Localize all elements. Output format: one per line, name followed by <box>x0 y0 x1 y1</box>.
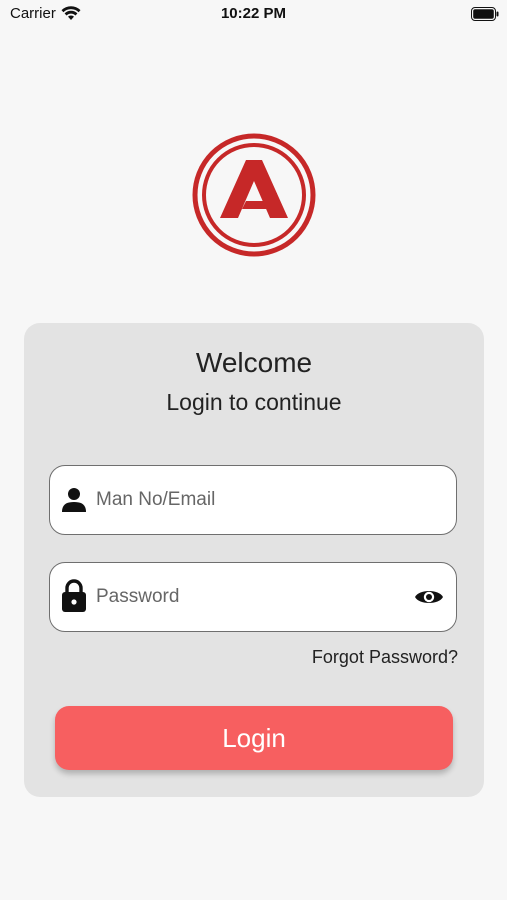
eye-icon[interactable] <box>414 587 444 607</box>
battery-icon <box>471 7 499 21</box>
login-card: Welcome Login to continue Forgot Passwor… <box>24 323 484 797</box>
status-bar: Carrier 10:22 PM <box>0 0 507 28</box>
forgot-password-link[interactable]: Forgot Password? <box>312 647 458 668</box>
username-input[interactable] <box>96 466 396 533</box>
user-icon <box>62 488 86 512</box>
lock-icon <box>62 579 86 612</box>
username-field[interactable] <box>49 465 457 535</box>
clock: 10:22 PM <box>220 5 287 22</box>
login-subtitle: Login to continue <box>166 389 342 415</box>
password-input[interactable] <box>96 563 396 630</box>
login-button[interactable]: Login <box>55 706 453 770</box>
password-field[interactable] <box>49 562 457 632</box>
welcome-title: Welcome <box>195 347 313 378</box>
brand-logo <box>192 133 316 257</box>
